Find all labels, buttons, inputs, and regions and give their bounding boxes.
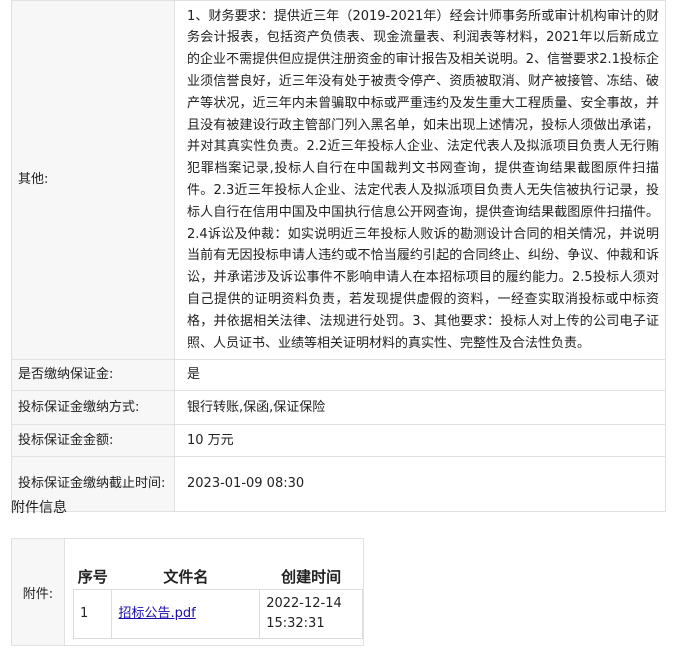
- deposit-method-label: 投标保证金缴纳方式:: [11, 390, 175, 425]
- attachment-index: 1: [72, 589, 113, 639]
- deposit-required-value: 是: [174, 359, 666, 391]
- attachments-label: 附件:: [12, 539, 65, 645]
- deposit-amount-row: 投标保证金金额: 10 万元: [11, 424, 666, 457]
- deposit-deadline-value: 2023-01-09 08:30: [174, 456, 666, 512]
- attachments-table: 序号 文件名 创建时间 1 招标公告.pdf 2022-12-14 15:32:…: [72, 564, 363, 639]
- table-row: 1 招标公告.pdf 2022-12-14 15:32:31: [72, 589, 363, 639]
- deposit-required-row: 是否缴纳保证金: 是: [11, 359, 666, 391]
- deposit-method-value: 银行转账,保函,保证保险: [174, 390, 666, 425]
- header-filename: 文件名: [163, 568, 209, 586]
- deposit-amount-value: 10 万元: [174, 424, 666, 457]
- header-created: 创建时间: [281, 568, 342, 586]
- other-label: 其他:: [11, 0, 175, 360]
- other-value: 1、财务要求：提供近三年（2019-2021年）经会计师事务所或审计机构审计的财…: [174, 0, 666, 360]
- attachment-file-cell: 招标公告.pdf: [111, 589, 261, 639]
- attachment-created-time: 2022-12-14 15:32:31: [259, 589, 363, 639]
- deposit-deadline-row: 投标保证金缴纳截止时间: 2023-01-09 08:30: [11, 456, 666, 512]
- attachments-header-row: 序号 文件名 创建时间: [74, 564, 363, 590]
- deposit-method-row: 投标保证金缴纳方式: 银行转账,保函,保证保险: [11, 390, 666, 425]
- header-index: 序号: [77, 568, 108, 586]
- bid-details-table: 其他: 1、财务要求：提供近三年（2019-2021年）经会计师事务所或审计机构…: [11, 0, 666, 512]
- attachment-file-link[interactable]: 招标公告.pdf: [118, 606, 195, 621]
- other-row: 其他: 1、财务要求：提供近三年（2019-2021年）经会计师事务所或审计机构…: [11, 0, 666, 360]
- deposit-required-label: 是否缴纳保证金:: [11, 359, 175, 391]
- attachments-section-title: 附件信息: [11, 500, 67, 516]
- attachments-box: 附件: 序号 文件名 创建时间 1 招标公告.pdf 2022-12-14 15…: [11, 538, 364, 646]
- deposit-amount-label: 投标保证金金额:: [11, 424, 175, 457]
